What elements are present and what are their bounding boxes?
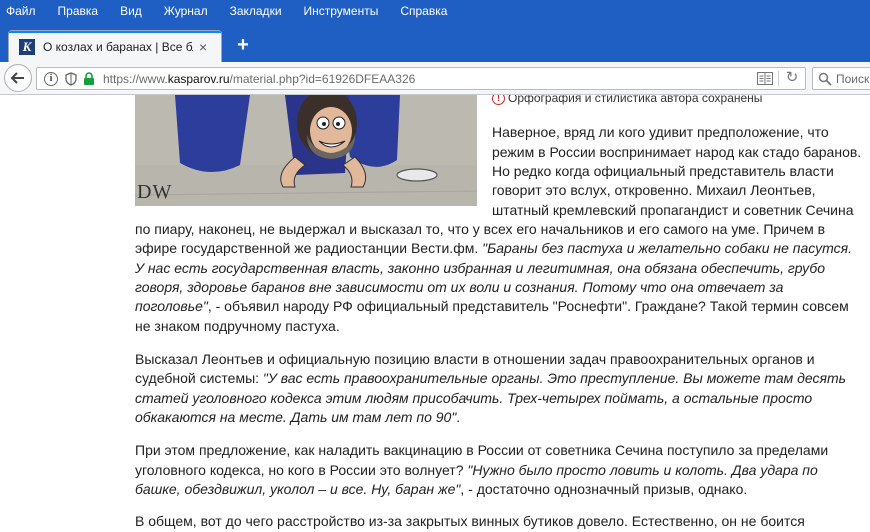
tab-strip: K О козлах и баранах | Все бл... × + (0, 22, 870, 62)
info-icon[interactable]: i (44, 71, 58, 86)
menu-view[interactable]: Вид (120, 4, 142, 18)
quote-3-line-2-text: башке, обездвижил, уколол – и все. Ну, б… (135, 481, 461, 497)
close-tab-icon[interactable]: × (199, 39, 207, 55)
quote-1-line-3: говоря, здоровье баранов вне зависимости… (135, 278, 783, 297)
paragraph-4-line-1: В общем, вот до чего расстройство из-за … (135, 513, 805, 529)
paragraph-3-line-2: уголовного кодекса, но кого в России это… (135, 461, 818, 480)
url-text[interactable]: https://www.kasparov.ru/material.php?id=… (103, 72, 415, 86)
back-button[interactable] (4, 64, 32, 92)
paragraph-2-line-2: судебной системы: "У вас есть правоохран… (135, 369, 846, 388)
paragraph-3-tail: , - достаточно однозначный призыв, однак… (460, 481, 748, 497)
quote-2-line-2: статей уголовного кодекса этим людям при… (135, 389, 812, 408)
quote-2-line-3-text: обкакаются на месте. Дать им там лет по … (135, 409, 457, 425)
paragraph-2-line-1: Высказал Леонтьев и официальную позицию … (135, 351, 815, 367)
paragraph-2-line-2-text: судебной системы: (135, 370, 263, 386)
author-note-text: Орфография и стилистика автора сохранены (508, 95, 763, 105)
menu-edit[interactable]: Правка (58, 4, 99, 18)
quote-1-line-3-text: говоря, здоровье баранов вне зависимости… (135, 279, 784, 295)
new-tab-button[interactable]: + (232, 34, 254, 56)
paragraph-1-line-7: эфире государственной же радиостанции Ве… (135, 239, 852, 258)
paragraph-1-line-5: штатный кремлевский пропагандист и совет… (492, 202, 854, 218)
quote-2-line-2-text: статей уголовного кодекса этим людям при… (135, 390, 813, 406)
quote-2-line-1: "У вас есть правоохранительные органы. Э… (262, 370, 847, 386)
menu-history[interactable]: Журнал (164, 4, 208, 18)
menu-help[interactable]: Справка (400, 4, 447, 18)
url-path: /material.php?id=61926DFEAA326 (229, 71, 416, 86)
quote-1-line-4-text: поголовье" (135, 298, 208, 314)
paragraph-1-line-3: Но редко когда официальный представитель… (492, 163, 834, 179)
menu-file[interactable]: Файл (6, 4, 36, 18)
search-placeholder: Поиск (836, 71, 870, 86)
author-note: ! Орфография и стилистика автора сохране… (492, 95, 762, 105)
paragraph-1-line-1: Наверное, вряд ли кого удивит предположе… (492, 124, 829, 140)
site-favicon-icon: K (19, 38, 35, 55)
paragraph-1-tail-2: не знаком подручному пастуха. (135, 318, 340, 334)
url-domain: kasparov.ru (167, 71, 230, 86)
paragraph-3-line-2-text: уголовного кодекса, но кого в России это… (135, 462, 468, 478)
quote-1-line-1: "Бараны без пастуха и желательно собаки … (482, 240, 852, 256)
paragraph-1-line-7-text: эфире государственной же радиостанции Ве… (135, 240, 483, 256)
search-icon (818, 72, 832, 86)
nav-toolbar: i https://www.kasparov.ru/material.php?i… (0, 62, 870, 95)
reader-view-icon[interactable] (757, 72, 773, 85)
cartoon-signature: DW (137, 181, 173, 203)
paragraph-1-line-4: говорит это вслух, откровенно. Михаил Ле… (492, 182, 816, 198)
page-content: DW ! Орфография и стилистика автора сохр… (0, 95, 870, 532)
menu-tools[interactable]: Инструменты (304, 4, 379, 18)
quote-3-line-1: "Нужно было просто ловить и колоть. Два … (467, 462, 818, 478)
url-bar[interactable]: i https://www.kasparov.ru/material.php?i… (36, 67, 806, 90)
quote-1-line-4: поголовье", - объявил народу РФ официаль… (135, 297, 849, 316)
tab-active[interactable]: K О козлах и баранах | Все бл... × (8, 30, 222, 62)
quote-1-line-2: У нас есть государственная власть, закон… (135, 259, 825, 278)
menu-bookmarks[interactable]: Закладки (230, 4, 282, 18)
tab-title: О козлах и баранах | Все бл... (43, 39, 193, 54)
back-arrow-icon (10, 72, 24, 84)
tab-accent (9, 31, 221, 33)
quote-3-line-2: башке, обездвижил, уколол – и все. Ну, б… (135, 480, 747, 499)
paragraph-1-line-6: по пиару, наконец, не выдержал и высказа… (135, 221, 826, 237)
cartoon-drawing (135, 95, 477, 206)
reload-icon[interactable]: ↻ (783, 69, 801, 87)
quote-1-line-2-text: У нас есть государственная власть, закон… (135, 260, 826, 276)
url-prefix: https://www. (103, 71, 168, 86)
search-box[interactable]: Поиск (812, 67, 870, 90)
paragraph-2-end: . (456, 409, 461, 425)
quote-2-line-3: обкакаются на месте. Дать им там лет по … (135, 408, 460, 427)
url-separator (778, 71, 779, 86)
lock-icon[interactable] (83, 71, 95, 86)
menu-bar: Файл Правка Вид Журнал Закладки Инструме… (0, 0, 870, 22)
paragraph-1-tail-1: , - объявил народу РФ официальный предст… (207, 298, 849, 314)
cartoon-image: DW (135, 95, 477, 206)
tracking-shield-icon[interactable] (65, 71, 77, 86)
paragraph-1-line-2: режим в России воспринимает народ как ст… (492, 144, 862, 160)
paragraph-3-line-1: При этом предложение, как наладить вакци… (135, 442, 829, 458)
warning-icon: ! (492, 95, 505, 105)
